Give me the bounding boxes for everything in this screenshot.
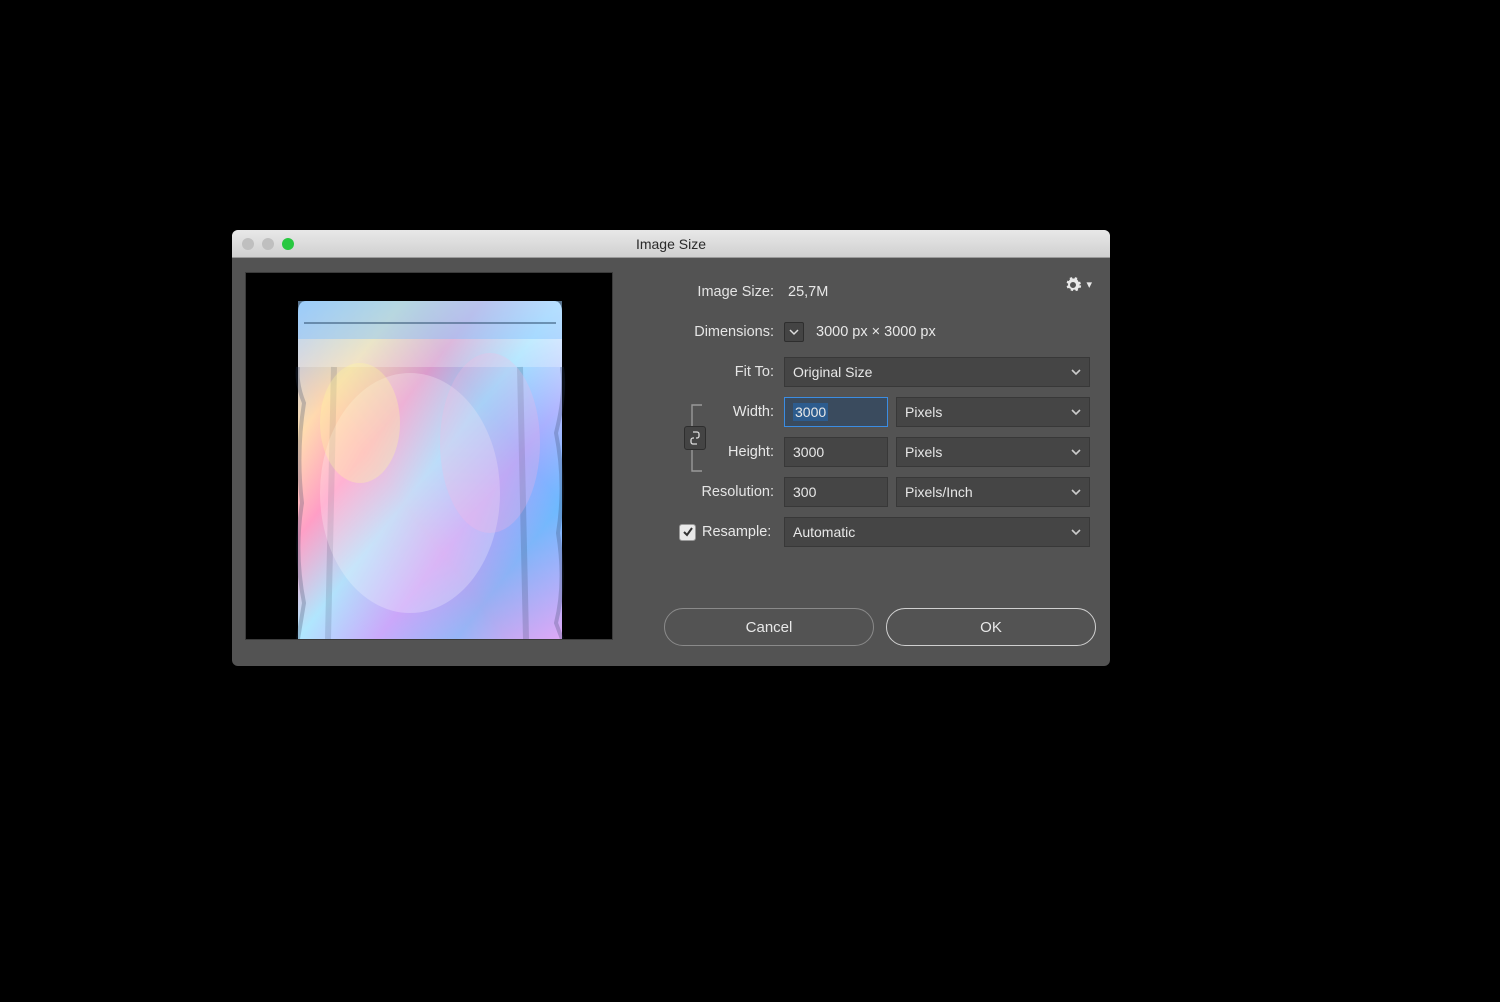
dimensions-value: 3000 px × 3000 px: [812, 324, 936, 340]
resample-select[interactable]: Automatic: [784, 517, 1090, 547]
chevron-down-icon: [789, 327, 799, 337]
constrain-proportions-button[interactable]: [684, 426, 706, 450]
width-value: 3000: [793, 403, 828, 421]
height-value: 3000: [793, 444, 824, 460]
image-size-label: Image Size:: [628, 284, 784, 300]
image-preview[interactable]: [245, 272, 613, 640]
resample-label: Resample:: [702, 524, 784, 540]
width-unit-select[interactable]: Pixels: [896, 397, 1090, 427]
ok-button-label: OK: [980, 619, 1002, 636]
chevron-down-icon: [1069, 365, 1083, 382]
resample-value: Automatic: [793, 524, 855, 540]
resolution-label: Resolution:: [628, 484, 784, 500]
cancel-button[interactable]: Cancel: [664, 608, 874, 646]
height-unit-value: Pixels: [905, 444, 942, 460]
titlebar: Image Size: [232, 230, 1110, 258]
ok-button[interactable]: OK: [886, 608, 1096, 646]
dialog-title: Image Size: [232, 236, 1110, 252]
dimensions-unit-button[interactable]: [784, 322, 804, 342]
image-size-dialog: Image Size: [232, 230, 1110, 666]
width-unit-value: Pixels: [905, 404, 942, 420]
resample-checkbox[interactable]: [679, 524, 696, 541]
resolution-input[interactable]: 300: [784, 477, 888, 507]
height-label: Height:: [656, 444, 784, 460]
chevron-down-icon: [1069, 525, 1083, 542]
resolution-value: 300: [793, 484, 816, 500]
width-input[interactable]: 3000: [784, 397, 888, 427]
preview-content: [290, 293, 570, 639]
chevron-down-icon: [1069, 485, 1083, 502]
chevron-down-icon: [1069, 445, 1083, 462]
check-icon: [682, 526, 694, 538]
fit-to-select[interactable]: Original Size: [784, 357, 1090, 387]
resolution-unit-value: Pixels/Inch: [905, 484, 973, 500]
link-icon: [690, 431, 700, 445]
chevron-down-icon: [1069, 405, 1083, 422]
height-unit-select[interactable]: Pixels: [896, 437, 1090, 467]
resolution-unit-select[interactable]: Pixels/Inch: [896, 477, 1090, 507]
dimensions-label: Dimensions:: [628, 324, 784, 340]
height-input[interactable]: 3000: [784, 437, 888, 467]
image-size-value: 25,7M: [784, 284, 828, 300]
fit-to-value: Original Size: [793, 364, 872, 380]
width-label: Width:: [656, 404, 784, 420]
cancel-button-label: Cancel: [746, 619, 793, 636]
fit-to-label: Fit To:: [628, 364, 784, 380]
